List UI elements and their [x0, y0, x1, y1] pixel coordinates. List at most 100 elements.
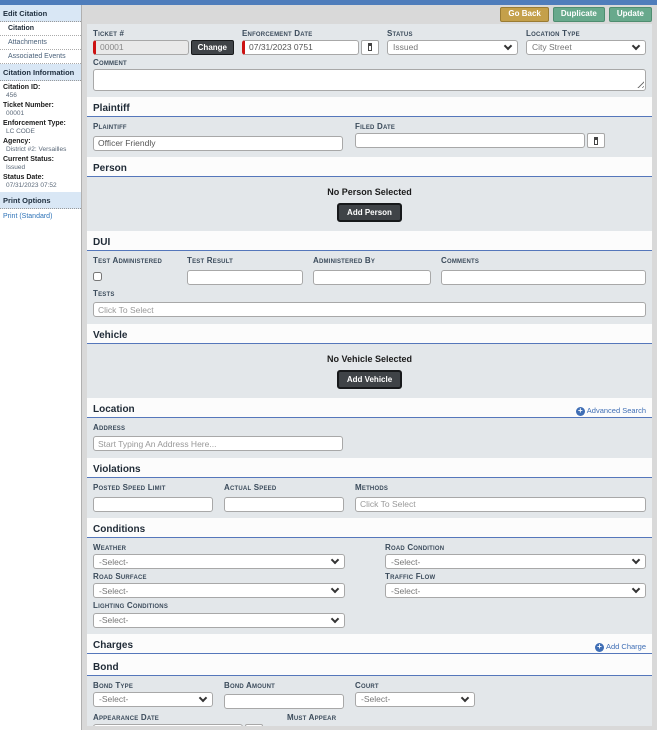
- address-input[interactable]: [93, 436, 343, 451]
- status-select[interactable]: Issued: [387, 40, 518, 55]
- road-condition-select[interactable]: -Select-: [385, 554, 646, 569]
- enforcement-date-calendar-button[interactable]: [361, 40, 379, 55]
- no-vehicle-selected-text: No Vehicle Selected: [327, 354, 412, 364]
- sidebar-item-attachments[interactable]: Attachments: [0, 36, 81, 50]
- update-button[interactable]: Update: [609, 7, 652, 22]
- bond-type-label: Bond Type: [93, 681, 213, 690]
- actual-speed-input[interactable]: [224, 497, 344, 512]
- chevron-down-icon: [632, 585, 640, 593]
- location-type-field-label: Location Type: [526, 29, 646, 38]
- go-back-button[interactable]: Go Back: [500, 7, 548, 22]
- plus-icon: [576, 407, 585, 416]
- chevron-down-icon: [331, 556, 339, 564]
- sidebar: Edit Citation Citation Attachments Assoc…: [0, 5, 82, 730]
- citation-id-value: 456: [0, 91, 81, 100]
- calendar-icon: [368, 43, 372, 51]
- location-type-select[interactable]: City Street: [526, 40, 646, 55]
- court-select[interactable]: -Select-: [355, 692, 475, 707]
- current-status-label: Current Status:: [0, 154, 81, 163]
- filed-date-calendar-button[interactable]: [587, 133, 605, 148]
- methods-input[interactable]: [355, 497, 646, 512]
- action-button-bar: Go Back Duplicate Update: [82, 5, 657, 24]
- plus-icon: [595, 643, 604, 652]
- charges-section-title: Charges: [93, 640, 133, 652]
- filed-date-input[interactable]: [355, 133, 585, 148]
- lighting-conditions-label: Lighting Conditions: [93, 601, 345, 610]
- person-section: Person No Person Selected Add Person: [87, 159, 652, 231]
- chevron-down-icon: [199, 694, 207, 702]
- chevron-down-icon: [461, 694, 469, 702]
- advanced-search-link[interactable]: Advanced Search: [576, 407, 646, 416]
- appearance-date-input[interactable]: [93, 724, 243, 726]
- header-fields-panel: Ticket # Change Enforcement Date: [87, 24, 652, 97]
- test-result-input[interactable]: [187, 270, 303, 285]
- main-content: Go Back Duplicate Update Ticket # Change: [82, 5, 657, 730]
- administered-by-label: Administered By: [313, 256, 431, 265]
- bond-amount-input[interactable]: [224, 694, 344, 709]
- lighting-conditions-select[interactable]: -Select-: [93, 613, 345, 628]
- chevron-down-icon: [632, 42, 640, 50]
- court-label: Court: [355, 681, 475, 690]
- tests-label: Tests: [93, 289, 646, 298]
- enforcement-date-input[interactable]: [242, 40, 359, 55]
- conditions-section: Conditions Weather -Select- Road Conditi…: [87, 520, 652, 634]
- change-ticket-button[interactable]: Change: [191, 40, 234, 55]
- enforcement-type-label: Enforcement Type:: [0, 118, 81, 127]
- print-standard-link[interactable]: Print (Standard): [0, 209, 81, 224]
- chevron-down-icon: [504, 42, 512, 50]
- filed-date-field-label: Filed Date: [355, 122, 605, 131]
- chevron-down-icon: [331, 585, 339, 593]
- must-appear-label: Must Appear: [287, 713, 336, 722]
- tests-input[interactable]: [93, 302, 646, 317]
- chevron-down-icon: [331, 614, 339, 622]
- agency-value: District #2: Versailles: [0, 145, 81, 154]
- status-date-value: 07/31/2023 07:52: [0, 181, 81, 190]
- plaintiff-input[interactable]: [93, 136, 343, 151]
- plaintiff-field-label: Plaintiff: [93, 122, 343, 131]
- add-charge-link[interactable]: Add Charge: [595, 643, 646, 652]
- sidebar-citation-information-header: Citation Information: [0, 64, 81, 81]
- add-vehicle-button[interactable]: Add Vehicle: [337, 370, 402, 389]
- road-condition-label: Road Condition: [385, 543, 646, 552]
- traffic-flow-select[interactable]: -Select-: [385, 583, 646, 598]
- charges-section: Charges Add Charge: [87, 636, 652, 654]
- bond-amount-label: Bond Amount: [224, 681, 344, 690]
- page-layout: Edit Citation Citation Attachments Assoc…: [0, 5, 657, 730]
- citation-id-label: Citation ID:: [0, 82, 81, 91]
- duplicate-button[interactable]: Duplicate: [553, 7, 605, 22]
- bond-section: Bond Bond Type -Select- Bond Amount Cour…: [87, 658, 652, 726]
- posted-speed-limit-input[interactable]: [93, 497, 213, 512]
- sidebar-item-associated-events[interactable]: Associated Events: [0, 50, 81, 64]
- sidebar-edit-citation-header: Edit Citation: [0, 5, 81, 22]
- road-surface-label: Road Surface: [93, 572, 345, 581]
- sidebar-print-options-header: Print Options: [0, 192, 81, 209]
- weather-label: Weather: [93, 543, 345, 552]
- weather-select[interactable]: -Select-: [93, 554, 345, 569]
- plaintiff-section: Plaintiff Plaintiff Filed Date: [87, 99, 652, 157]
- sidebar-item-citation[interactable]: Citation: [0, 22, 81, 36]
- bond-type-select[interactable]: -Select-: [93, 692, 213, 707]
- status-date-label: Status Date:: [0, 172, 81, 181]
- vehicle-section: Vehicle No Vehicle Selected Add Vehicle: [87, 326, 652, 398]
- dui-comments-input[interactable]: [441, 270, 646, 285]
- appearance-date-calendar-button[interactable]: [245, 724, 263, 726]
- test-result-label: Test Result: [187, 256, 303, 265]
- enforcement-date-field-label: Enforcement Date: [242, 29, 379, 38]
- methods-label: Methods: [355, 483, 646, 492]
- address-field-label: Address: [93, 423, 646, 432]
- conditions-section-title: Conditions: [93, 524, 145, 536]
- ticket-number-input[interactable]: [93, 40, 189, 55]
- calendar-icon: [594, 137, 598, 145]
- location-section: Location Advanced Search Address: [87, 400, 652, 458]
- traffic-flow-label: Traffic Flow: [385, 572, 646, 581]
- ticket-number-value: 00001: [0, 109, 81, 118]
- bond-section-title: Bond: [93, 662, 119, 674]
- road-surface-select[interactable]: -Select-: [93, 583, 345, 598]
- dui-section-title: DUI: [93, 237, 110, 249]
- administered-by-input[interactable]: [313, 270, 431, 285]
- add-person-button[interactable]: Add Person: [337, 203, 402, 222]
- appearance-date-label: Appearance Date: [93, 713, 263, 722]
- comment-textarea[interactable]: [93, 69, 646, 91]
- ticket-number-label: Ticket Number:: [0, 100, 81, 109]
- test-administered-checkbox[interactable]: [93, 272, 102, 281]
